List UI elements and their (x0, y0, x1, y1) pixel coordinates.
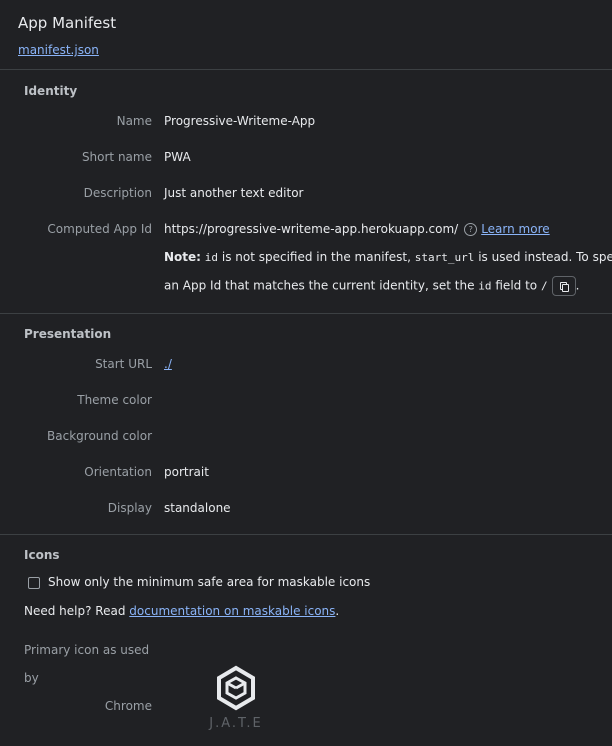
page-title: App Manifest (18, 14, 117, 32)
computed-id-value-wrap: https://progressive-writeme-app.herokuap… (164, 222, 550, 236)
manifest-link[interactable]: manifest.json (18, 43, 99, 57)
icons-section: Icons Show only the minimum safe area fo… (0, 535, 612, 746)
computed-id-label: Computed App Id (47, 222, 152, 236)
identity-section: Identity Name Progressive-Writeme-App Sh… (0, 71, 612, 314)
orientation-label: Orientation (84, 465, 152, 479)
app-manifest-header: App Manifest manifest.json (0, 0, 612, 70)
short-name-label: Short name (81, 150, 152, 164)
help-text: Need help? Read (24, 604, 126, 618)
note-text-1: is not specified in the manifest, (221, 250, 411, 264)
note-code-id: id (204, 251, 219, 264)
learn-more-link[interactable]: Learn more (481, 222, 549, 236)
note-text-line-1: Note: id is not specified in the manifes… (164, 250, 612, 264)
presentation-section: Presentation Start URL ./ Theme color Ba… (0, 314, 612, 535)
note-text-4: field to (495, 278, 538, 293)
start-url-label: Start URL (95, 357, 152, 371)
help-row: Need help? Read documentation on maskabl… (24, 604, 339, 618)
display-value: standalone (164, 501, 231, 515)
section-title-identity: Identity (24, 84, 78, 98)
theme-color-label: Theme color (77, 393, 152, 407)
description-label: Description (83, 186, 152, 200)
note-code-id-2: id (478, 279, 492, 293)
note-code-start-url: start_url (414, 251, 475, 264)
jate-logo-icon (217, 665, 255, 711)
note-code-slash: / (540, 279, 548, 293)
help-end: . (335, 604, 340, 618)
note-bold: Note: (164, 250, 201, 264)
note-end: . (575, 278, 580, 293)
short-name-value: PWA (164, 150, 191, 164)
maskable-docs-link[interactable]: documentation on maskable icons (129, 604, 335, 618)
note-text-2: is used instead. To specify (478, 250, 612, 264)
primary-icon-label-line-1: Primary icon as used by (24, 643, 150, 685)
background-color-label: Background color (47, 429, 152, 443)
name-value: Progressive-Writeme-App (164, 114, 316, 128)
maskable-checkbox[interactable] (28, 576, 40, 589)
help-circle-icon[interactable]: ? (464, 223, 478, 236)
primary-icon-label-line-2: Chrome (104, 699, 152, 713)
display-label: Display (107, 501, 152, 515)
name-label: Name (116, 114, 152, 128)
computed-id-value: https://progressive-writeme-app.herokuap… (164, 222, 459, 236)
primary-icon-label: Primary icon as used by Chrome (24, 636, 152, 720)
section-title-presentation: Presentation (24, 327, 112, 341)
maskable-row: Show only the minimum safe area for mask… (28, 575, 370, 589)
section-title-icons: Icons (24, 548, 60, 562)
jate-logo-text: J.A.T.E (209, 716, 263, 731)
note-text-line-2: an App Id that matches the current ident… (164, 276, 579, 296)
orientation-value: portrait (164, 465, 209, 479)
primary-icon-image: J.A.T.E (198, 665, 274, 731)
start-url-link[interactable]: ./ (164, 357, 172, 371)
copy-icon[interactable] (551, 276, 576, 296)
maskable-checkbox-label[interactable]: Show only the minimum safe area for mask… (48, 575, 370, 589)
description-value: Just another text editor (164, 186, 304, 200)
note-text-3: an App Id that matches the current ident… (164, 278, 475, 293)
